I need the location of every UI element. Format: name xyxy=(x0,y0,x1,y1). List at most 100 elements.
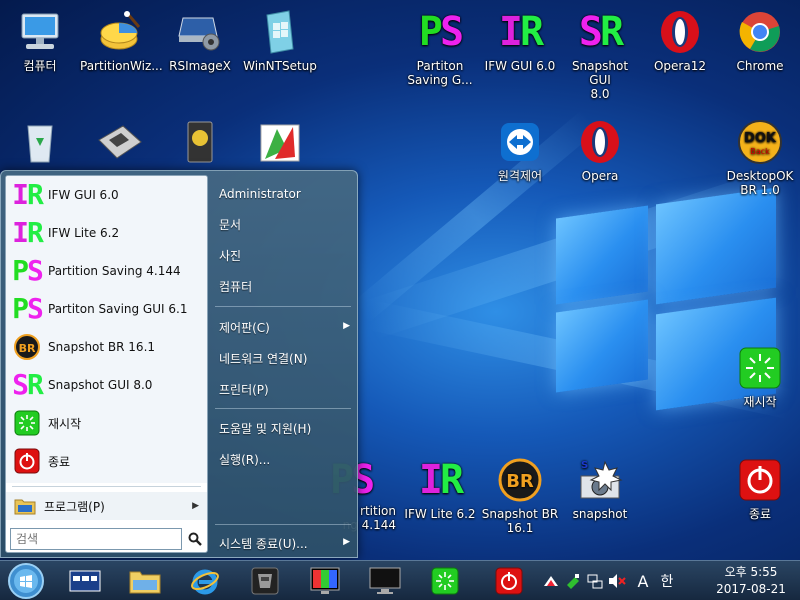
shutdown-icon xyxy=(736,456,784,504)
start-right-shutdown[interactable]: 시스템 종료(U)... xyxy=(219,535,308,552)
desktop-icon-hdd[interactable] xyxy=(160,118,240,169)
start-item-snapshot-gui[interactable]: SR Snapshot GUI 8.0 xyxy=(6,366,207,404)
chevron-right-icon: ▶ xyxy=(343,321,350,331)
desktop-icon-partitionwizard[interactable]: PartitionWiz... xyxy=(80,8,163,73)
desktop-icon-label: IFW Lite 6.2 xyxy=(404,507,476,521)
start-search-input[interactable] xyxy=(10,528,182,550)
network-icon[interactable] xyxy=(586,572,604,590)
ir-icon: IR xyxy=(12,178,44,211)
ps-icon: PS xyxy=(12,292,44,325)
opera-icon xyxy=(576,118,624,166)
desktop-icon-rsimagex[interactable]: RSImageX xyxy=(160,8,240,73)
start-item-shutdown[interactable]: 종료 xyxy=(6,442,207,480)
start-item-label: Snapshot GUI 8.0 xyxy=(48,378,153,392)
color-monitor-icon xyxy=(310,567,340,594)
desktop-icon-snapshot-gui[interactable]: SR Snapshot GUI 8.0 xyxy=(560,8,640,101)
sr-icon: SR xyxy=(12,368,44,401)
chevron-right-icon: ▶ xyxy=(192,501,199,511)
start-right-printers[interactable]: 프린터(P) xyxy=(219,381,269,398)
desktop-icon-ifw-gui[interactable]: IR IFW GUI 6.0 xyxy=(480,8,560,73)
desktop-icon-ifw-lite[interactable]: IR IFW Lite 6.2 xyxy=(400,456,480,521)
restart-icon xyxy=(736,344,784,392)
start-item-label: 재시작 xyxy=(48,416,82,431)
desktop-icon-restart[interactable]: 재시작 xyxy=(720,344,800,409)
desktop-icon-winntsetup[interactable]: WinNTSetup xyxy=(240,8,320,73)
desktop-icon-opera[interactable]: Opera xyxy=(560,118,640,183)
divider xyxy=(215,408,351,409)
desktop-icon-desktopok[interactable]: DOK Back DesktopOK BR 1.0 xyxy=(720,118,800,197)
start-item-label: Snapshot BR 16.1 xyxy=(48,340,156,354)
desktop-icon-label: Partiton Saving G... xyxy=(407,59,473,87)
start-right-run[interactable]: 실행(R)... xyxy=(219,451,270,468)
desktop-icon-partiton-saving-gui[interactable]: PS Partiton Saving G... xyxy=(400,8,480,87)
start-right-control-panel[interactable]: 제어판(C) xyxy=(219,319,270,336)
start-right-user[interactable]: Administrator xyxy=(219,187,301,201)
usb-icon[interactable] xyxy=(564,572,582,590)
start-item-restart[interactable]: 재시작 xyxy=(6,404,207,442)
folder-icon xyxy=(129,571,161,594)
desktop-icon-snapshot[interactable]: S snapshot xyxy=(560,456,640,521)
divider xyxy=(215,306,351,307)
recycle-bin-icon xyxy=(16,118,64,166)
desktop-icon-opera12[interactable]: Opera12 xyxy=(640,8,720,73)
clock[interactable]: 오후 5:55 2017-08-21 xyxy=(716,564,786,598)
internet-explorer-icon xyxy=(191,569,219,595)
ime-language-indicator[interactable]: 한 xyxy=(658,572,676,590)
desktop-icon-snapshot-br[interactable]: BR Snapshot BR 16.1 xyxy=(480,456,560,535)
all-programs-button[interactable]: 프로그램(P) ▶ xyxy=(6,492,207,520)
desktop-icon-computer[interactable]: 컴퓨터 xyxy=(0,8,80,73)
start-right-computer[interactable]: 컴퓨터 xyxy=(219,278,252,295)
clock-date: 2017-08-21 xyxy=(716,582,786,596)
divider xyxy=(215,524,351,525)
start-right-pictures[interactable]: 사진 xyxy=(219,247,241,264)
taskbar-internet-explorer[interactable] xyxy=(176,563,234,599)
search-icon[interactable] xyxy=(184,528,206,550)
br-icon: BR xyxy=(496,456,544,504)
ps-icon: PS xyxy=(418,9,464,55)
shutdown-icon xyxy=(10,444,44,478)
start-item-partiton-saving-gui[interactable]: PS Partiton Saving GUI 6.1 xyxy=(6,290,207,328)
windows-orb-icon xyxy=(8,563,44,599)
desktop-icon-label: 종료 xyxy=(748,507,772,521)
start-button[interactable] xyxy=(6,562,46,600)
partition-wizard-icon xyxy=(96,8,144,56)
ir-icon: IR xyxy=(498,9,544,55)
desktop-icon-floppy[interactable] xyxy=(80,118,160,169)
volume-muted-icon[interactable] xyxy=(608,572,626,590)
taskbar-task-view[interactable] xyxy=(56,563,114,599)
chevron-right-icon: ▶ xyxy=(343,537,350,547)
rsimagex-icon xyxy=(176,8,224,56)
start-menu-programs-pane: IR IFW GUI 6.0 IR IFW Lite 6.2 PS Partit… xyxy=(5,175,208,553)
desktop-icon-chrome[interactable]: Chrome xyxy=(720,8,800,73)
desktop-icon-capture[interactable] xyxy=(240,118,320,169)
divider xyxy=(12,486,201,487)
desktop-icon-recycle-bin[interactable] xyxy=(0,118,80,169)
shutdown-icon xyxy=(495,567,523,595)
svg-text:Back: Back xyxy=(750,147,770,156)
winntsetup-icon xyxy=(256,8,304,56)
desktop-icon-label: Opera xyxy=(581,169,619,183)
taskbar-restart[interactable] xyxy=(416,563,474,599)
chrome-icon xyxy=(736,8,784,56)
desktop-icon-remote[interactable]: 원격제어 xyxy=(480,118,560,183)
taskbar-color-app[interactable] xyxy=(296,563,354,599)
start-right-network[interactable]: 네트워크 연결(N) xyxy=(219,350,307,367)
start-right-help[interactable]: 도움말 및 지원(H) xyxy=(219,420,311,437)
desktop-icon-shutdown[interactable]: 종료 xyxy=(720,456,800,521)
taskbar-robot-app[interactable] xyxy=(236,563,294,599)
taskbar-explorer[interactable] xyxy=(116,563,174,599)
task-view-icon xyxy=(69,570,101,592)
start-item-label: Partiton Saving GUI 6.1 xyxy=(48,302,188,316)
desktop-icon-label: Chrome xyxy=(736,59,784,73)
show-hidden-icons-icon[interactable] xyxy=(542,572,560,590)
desktop-icon-label: Opera12 xyxy=(653,59,706,73)
ps-icon: PS xyxy=(12,254,44,287)
start-right-documents[interactable]: 문서 xyxy=(219,216,241,233)
taskbar-display[interactable] xyxy=(356,563,414,599)
ime-mode-indicator[interactable]: A xyxy=(634,572,652,591)
svg-text:BR: BR xyxy=(19,342,36,355)
start-item-label: IFW GUI 6.0 xyxy=(48,188,119,202)
desktop-icon-label: Snapshot GUI 8.0 xyxy=(571,59,629,101)
start-item-label: Partition Saving 4.144 xyxy=(48,264,181,278)
robot-icon xyxy=(251,567,279,595)
